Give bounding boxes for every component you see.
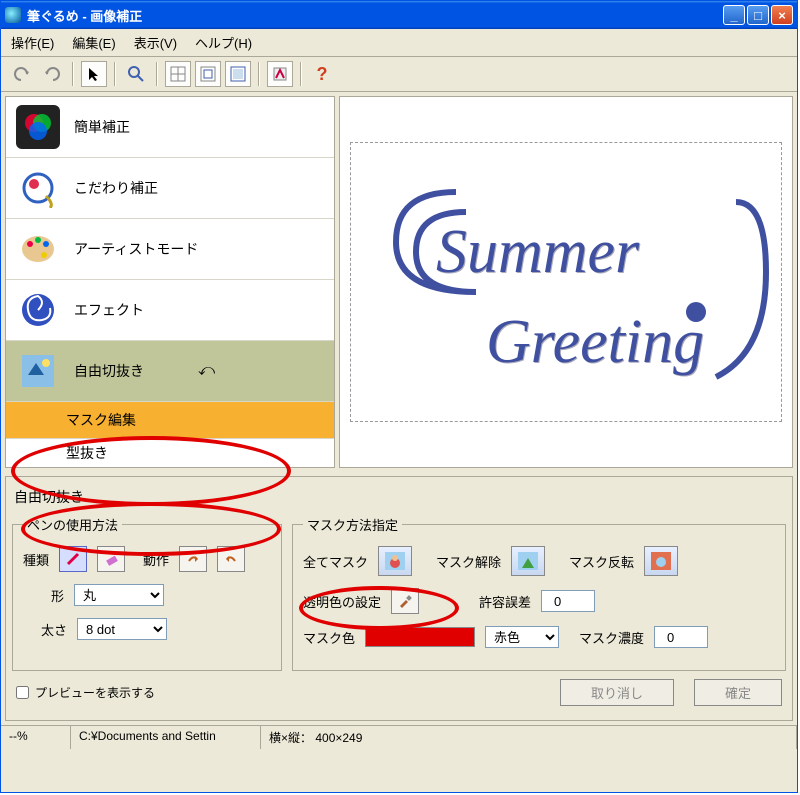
sidebar-sub-label: 型抜き bbox=[66, 445, 108, 461]
svg-text:Summer: Summer bbox=[436, 218, 640, 286]
pen-draw-button[interactable] bbox=[59, 546, 87, 572]
type-label: 種類 bbox=[23, 550, 49, 569]
sidebar-item-label: 自由切抜き bbox=[74, 361, 144, 381]
swirl-icon bbox=[16, 166, 60, 210]
status-zoom: --% bbox=[1, 726, 71, 749]
sidebar-item-free-cutout[interactable]: 自由切抜き ⤺ bbox=[6, 341, 334, 402]
mask-invert-button[interactable] bbox=[644, 546, 678, 576]
sidebar-item-easy-correction[interactable]: 簡単補正 bbox=[6, 97, 334, 158]
shape-label: 形 bbox=[51, 586, 64, 605]
palette-icon bbox=[16, 227, 60, 271]
close-button[interactable]: × bbox=[771, 5, 793, 25]
undo-icon[interactable] bbox=[9, 61, 35, 87]
mask-density-spinner[interactable]: 0 bbox=[654, 626, 708, 648]
cursor-icon: ⤺ bbox=[198, 362, 215, 380]
panel-title: 自由切抜き bbox=[12, 483, 786, 515]
mask-invert-label: マスク反転 bbox=[569, 552, 634, 571]
grid-icon[interactable] bbox=[165, 61, 191, 87]
sidebar-item-label: こだわり補正 bbox=[74, 178, 158, 198]
action-undo-button[interactable] bbox=[217, 546, 245, 572]
sidebar-item-label: エフェクト bbox=[74, 300, 144, 320]
mask-all-label: 全てマスク bbox=[303, 552, 368, 571]
mask-density-label: マスク濃度 bbox=[579, 628, 644, 647]
sidebar-item-label: 簡単補正 bbox=[74, 117, 130, 137]
menu-view[interactable]: 表示(V) bbox=[134, 33, 177, 52]
zoom-icon[interactable] bbox=[123, 61, 149, 87]
menubar: 操作(E) 編集(E) 表示(V) ヘルプ(H) bbox=[1, 29, 797, 57]
help-icon[interactable]: ? bbox=[309, 61, 335, 87]
menu-edit[interactable]: 編集(E) bbox=[72, 33, 115, 52]
tolerance-spinner[interactable]: 0 bbox=[541, 590, 595, 612]
titlebar[interactable]: 筆ぐるめ - 画像補正 _ □ × bbox=[1, 1, 797, 29]
status-path: C:¥Documents and Settin bbox=[71, 726, 261, 749]
thickness-label: 太さ bbox=[41, 620, 67, 639]
action-redo-button[interactable] bbox=[179, 546, 207, 572]
sidebar-item-detail-correction[interactable]: こだわり補正 bbox=[6, 158, 334, 219]
toolbar: ? bbox=[1, 57, 797, 92]
status-dimensions: 横×縦： 400×249 bbox=[261, 726, 797, 749]
settings-panel: 自由切抜き ペンの使用方法 種類 動作 bbox=[5, 476, 793, 721]
preview-checkbox[interactable]: プレビューを表示する bbox=[16, 684, 155, 701]
pen-group: ペンの使用方法 種類 動作 bbox=[12, 515, 282, 671]
mask-color-label: マスク色 bbox=[303, 628, 355, 647]
window-title: 筆ぐるめ - 画像補正 bbox=[27, 6, 723, 25]
mask-release-button[interactable] bbox=[511, 546, 545, 576]
mask-group: マスク方法指定 全てマスク マスク解除 マスク反転 透明 bbox=[292, 515, 786, 671]
sidebar-item-artist-mode[interactable]: アーティストモード bbox=[6, 219, 334, 280]
pointer-icon[interactable] bbox=[81, 61, 107, 87]
fit-icon[interactable] bbox=[195, 61, 221, 87]
menu-file[interactable]: 操作(E) bbox=[11, 33, 54, 52]
reset-button[interactable]: 取り消し bbox=[560, 679, 674, 706]
mask-color-select[interactable]: 赤色 bbox=[485, 626, 559, 648]
actual-size-icon[interactable] bbox=[225, 61, 251, 87]
transparency-label: 透明色の設定 bbox=[303, 592, 381, 611]
sidebar-item-label: アーティストモード bbox=[74, 239, 198, 259]
thickness-select[interactable]: 8 dot bbox=[77, 618, 167, 640]
sidebar[interactable]: 簡単補正 こだわり補正 アーティストモード エフェクト bbox=[5, 96, 335, 468]
mask-color-swatch bbox=[365, 627, 475, 647]
sidebar-sub-shape-cut[interactable]: 型抜き bbox=[6, 439, 334, 467]
cutout-icon bbox=[16, 349, 60, 393]
eyedropper-button[interactable] bbox=[391, 588, 419, 614]
sidebar-sub-mask-edit[interactable]: マスク編集 bbox=[6, 402, 334, 439]
mask-all-button[interactable] bbox=[378, 546, 412, 576]
preview-checkbox-input[interactable] bbox=[16, 686, 29, 699]
apply-button[interactable]: 確定 bbox=[694, 679, 782, 706]
statusbar: --% C:¥Documents and Settin 横×縦： 400×249 bbox=[1, 725, 797, 749]
action-label: 動作 bbox=[143, 550, 169, 569]
preview-text: Summer Greeting bbox=[356, 152, 776, 411]
tool-icon[interactable] bbox=[267, 61, 293, 87]
canvas[interactable]: Summer Greeting bbox=[339, 96, 793, 468]
preview-image: Summer Greeting bbox=[350, 142, 782, 422]
rgb-circles-icon bbox=[16, 105, 60, 149]
pen-erase-button[interactable] bbox=[97, 546, 125, 572]
app-icon bbox=[5, 7, 21, 23]
pen-group-legend: ペンの使用方法 bbox=[23, 515, 122, 534]
spiral-icon bbox=[16, 288, 60, 332]
minimize-button[interactable]: _ bbox=[723, 5, 745, 25]
menu-help[interactable]: ヘルプ(H) bbox=[195, 33, 252, 52]
sidebar-sub-label: マスク編集 bbox=[66, 412, 136, 428]
svg-text:Greeting: Greeting bbox=[486, 308, 704, 376]
shape-select[interactable]: 丸 bbox=[74, 584, 164, 606]
redo-icon[interactable] bbox=[39, 61, 65, 87]
maximize-button[interactable]: □ bbox=[747, 5, 769, 25]
tolerance-label: 許容誤差 bbox=[479, 592, 531, 611]
mask-release-label: マスク解除 bbox=[436, 552, 501, 571]
mask-group-legend: マスク方法指定 bbox=[303, 515, 402, 534]
sidebar-item-effect[interactable]: エフェクト bbox=[6, 280, 334, 341]
